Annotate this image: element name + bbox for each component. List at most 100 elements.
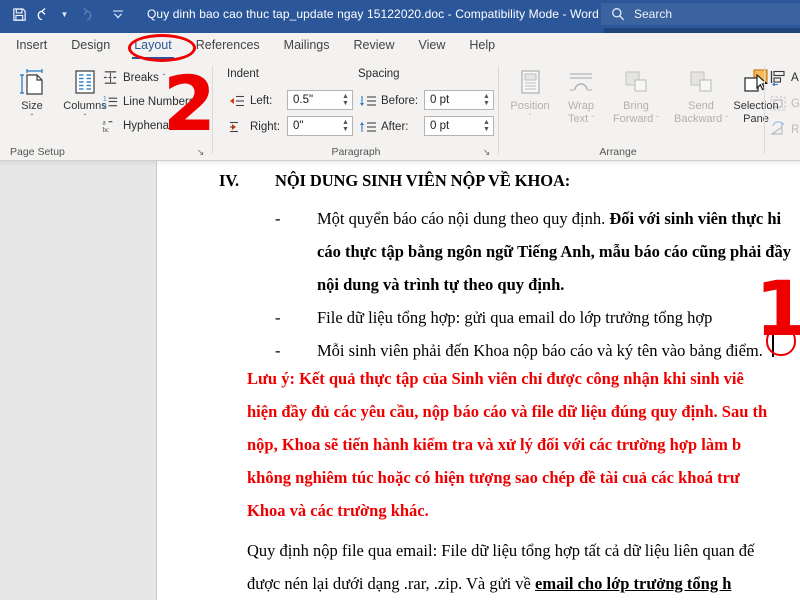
warning-paragraph-line: Lưu ý: Kết quả thực tập của Sinh viên ch… xyxy=(247,369,744,389)
ribbon-tabs: Insert Design Layout References Mailings… xyxy=(0,33,800,60)
paragraph-dialog-launcher[interactable]: ↘ xyxy=(481,147,492,158)
wrap-text-caret-icon: ˇ xyxy=(591,115,594,124)
arrange-group-label: Arrange xyxy=(499,146,737,158)
indent-header: Indent xyxy=(227,68,259,80)
tab-help[interactable]: Help xyxy=(457,33,507,60)
tab-mailings[interactable]: Mailings xyxy=(272,33,342,60)
align-button[interactable]: A xyxy=(768,68,799,87)
size-button[interactable]: Size ˇ xyxy=(5,64,59,123)
search-box[interactable]: Search xyxy=(601,3,800,25)
ribbon-group-paragraph: Indent Spacing Left: 0.5" ▲▼ xyxy=(213,60,499,161)
warning-paragraph-line: Khoa và các trường khác. xyxy=(247,501,429,521)
ribbon-group-page-setup: Size ˇ Columns xyxy=(0,60,213,161)
position-icon xyxy=(503,64,557,100)
page-top-edge xyxy=(157,161,800,166)
align-icon xyxy=(768,69,788,86)
indent-right-arrows-icon[interactable]: ▲▼ xyxy=(339,117,352,135)
spacing-before-stepper[interactable]: 0 pt ▲▼ xyxy=(424,90,494,110)
undo-icon[interactable] xyxy=(32,2,58,26)
indent-left-row: Left: xyxy=(227,91,272,110)
list-item: - Mỗi sinh viên phải đến Khoa nộp báo cá… xyxy=(275,341,763,361)
line-numbers-button[interactable]: 1 2 Line Numbers ˇ xyxy=(100,92,201,111)
tab-design[interactable]: Design xyxy=(59,33,122,60)
search-input[interactable]: Search xyxy=(634,7,672,21)
position-caret-icon: ˇ xyxy=(503,113,557,123)
list-item-text: File dữ liệu tổng hợp: gửi qua email do … xyxy=(317,308,712,328)
bring-forward-label-line1: Bring xyxy=(605,100,667,113)
page-setup-group-label: Page Setup xyxy=(10,146,65,158)
list-item-text: Mỗi sinh viên phải đến Khoa nộp báo cáo … xyxy=(317,341,763,361)
document-area[interactable]: IV.NỘI DUNG SINH VIÊN NỘP VỀ KHOA: - Một… xyxy=(0,161,800,600)
body-paragraph-line: Quy định nộp file qua email: File dữ liệ… xyxy=(247,541,754,561)
indent-right-stepper[interactable]: 0" ▲▼ xyxy=(287,116,353,136)
wrap-text-button: Wrap Text ˇ xyxy=(554,64,608,126)
tab-insert[interactable]: Insert xyxy=(4,33,59,60)
svg-text:1: 1 xyxy=(102,96,106,103)
list-item-continuation: nội dung và trình tự theo quy định. xyxy=(317,275,564,295)
indent-left-value[interactable]: 0.5" xyxy=(288,94,339,106)
bring-forward-icon xyxy=(605,64,667,100)
rotate-button: R xyxy=(768,120,799,139)
spacing-before-icon xyxy=(358,94,378,108)
send-backward-label-line1: Send xyxy=(668,100,734,113)
rotate-label: R xyxy=(791,124,799,136)
page-setup-dialog-launcher[interactable]: ↘ xyxy=(195,147,206,158)
svg-text:2: 2 xyxy=(102,103,106,110)
ribbon: Size ˇ Columns xyxy=(0,60,800,161)
indent-right-icon xyxy=(227,120,247,134)
spacing-after-row: After: xyxy=(358,117,408,136)
save-icon[interactable] xyxy=(6,2,32,26)
email-emphasis: email cho lớp trưởng tổng h xyxy=(535,574,731,593)
bring-forward-button: Bring Forward ˇ xyxy=(605,64,667,126)
heading-text: NỘI DUNG SINH VIÊN NỘP VỀ KHOA: xyxy=(275,171,570,190)
tab-review[interactable]: Review xyxy=(342,33,407,60)
spacing-before-value[interactable]: 0 pt xyxy=(425,94,480,106)
hyphenation-icon: a bc xyxy=(100,117,120,134)
spacing-before-row: Before: xyxy=(358,91,418,110)
bullet-dash: - xyxy=(275,209,281,229)
spacing-after-value[interactable]: 0 pt xyxy=(425,120,480,132)
wrap-text-icon xyxy=(554,64,608,100)
spacing-before-arrows-icon[interactable]: ▲▼ xyxy=(480,91,493,109)
indent-right-value[interactable]: 0" xyxy=(288,120,339,132)
size-icon xyxy=(5,64,59,100)
tab-references[interactable]: References xyxy=(184,33,272,60)
size-caret-icon[interactable]: ˇ xyxy=(5,113,59,123)
indent-left-stepper[interactable]: 0.5" ▲▼ xyxy=(287,90,353,110)
redo-icon xyxy=(71,2,97,26)
customize-qat-icon[interactable] xyxy=(105,2,131,26)
ribbon-group-arrange: Position ˇ Wrap Text ˇ xyxy=(499,60,765,161)
position-label: Position xyxy=(503,100,557,113)
tab-view[interactable]: View xyxy=(407,33,458,60)
svg-text:bc: bc xyxy=(102,126,109,134)
breaks-label: Breaks xyxy=(123,72,159,84)
ribbon-group-align-cluster: A G R xyxy=(766,60,800,161)
spacing-after-arrows-icon[interactable]: ▲▼ xyxy=(480,117,493,135)
indent-right-row: Right: xyxy=(227,117,280,136)
line-numbers-caret-icon[interactable]: ˇ xyxy=(199,97,202,106)
breaks-caret-icon[interactable]: ˇ xyxy=(163,73,166,82)
hyphenation-caret-icon[interactable]: ˇ xyxy=(192,121,195,130)
bring-forward-caret-icon: ˇ xyxy=(656,115,659,124)
document-title: Quy dinh bao cao thuc tap_update ngay 15… xyxy=(147,7,599,21)
group-separator xyxy=(764,66,765,154)
group-label-text: G xyxy=(791,98,800,110)
position-button: Position ˇ xyxy=(503,64,557,123)
spacing-after-stepper[interactable]: 0 pt ▲▼ xyxy=(424,116,494,136)
list-item-continuation: cáo thực tập bằng ngôn ngữ Tiếng Anh, mẫ… xyxy=(317,242,791,262)
quick-access-toolbar: ▼ xyxy=(0,2,131,26)
indent-left-icon xyxy=(227,94,247,108)
hyphenation-button[interactable]: a bc Hyphenation ˇ xyxy=(100,116,194,135)
hyphenation-label: Hyphenation xyxy=(123,120,188,132)
list-item: - Một quyển báo cáo nội dung theo quy đị… xyxy=(275,209,781,229)
section-heading: IV.NỘI DUNG SINH VIÊN NỘP VỀ KHOA: xyxy=(219,171,570,191)
bullet-dash: - xyxy=(275,308,281,328)
annotation-oval-layout-tab xyxy=(128,34,196,62)
send-backward-icon xyxy=(668,64,734,100)
indent-left-arrows-icon[interactable]: ▲▼ xyxy=(339,91,352,109)
line-numbers-label: Line Numbers xyxy=(123,96,195,108)
undo-dropdown-caret-icon[interactable]: ▼ xyxy=(58,2,71,26)
send-backward-label-line2: Backward ˇ xyxy=(668,113,734,126)
breaks-button[interactable]: Breaks ˇ xyxy=(100,68,165,87)
document-page[interactable]: IV.NỘI DUNG SINH VIÊN NỘP VỀ KHOA: - Một… xyxy=(156,161,800,600)
